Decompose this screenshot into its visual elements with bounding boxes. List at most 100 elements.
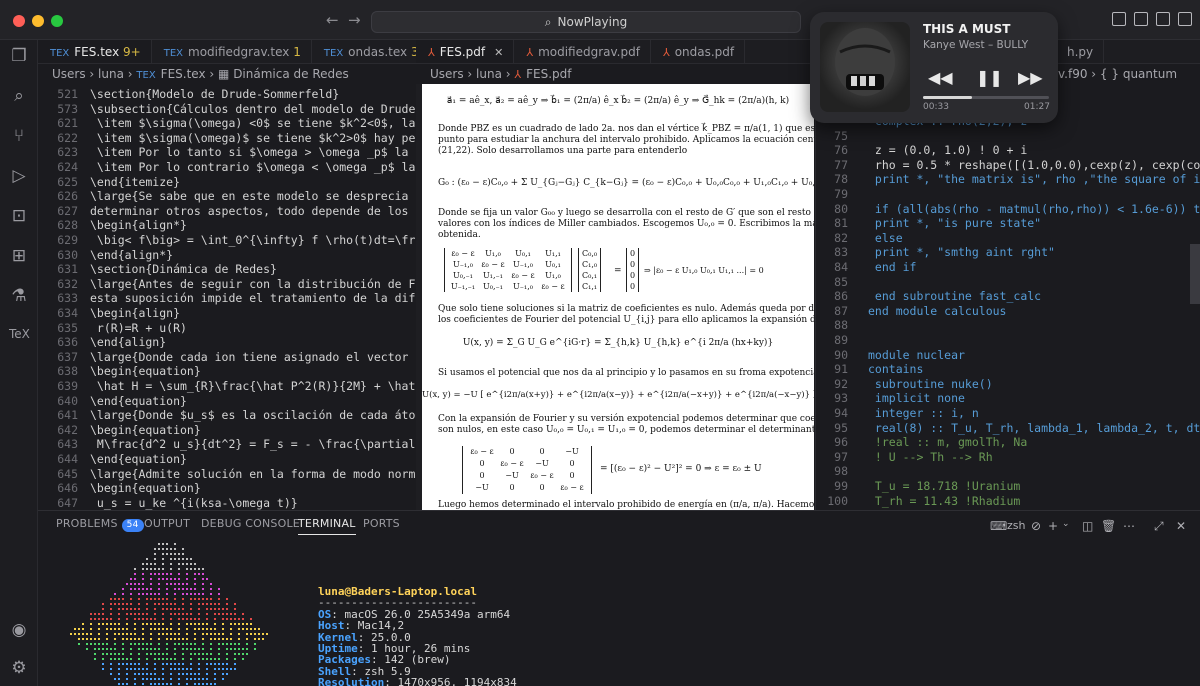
code-line[interactable]: 627 determinar otros aspectos, todo depen…: [38, 203, 416, 219]
code-line[interactable]: 94 integer :: i, n: [816, 406, 979, 421]
code-line[interactable]: 89: [816, 333, 868, 348]
breadcrumb-item[interactable]: Users: [430, 67, 464, 81]
minimize-window-button[interactable]: [32, 15, 44, 27]
code-line[interactable]: 87 end module calculous: [816, 304, 1006, 319]
panel-tab-debug-console[interactable]: DEBUG CONSOLE: [201, 517, 300, 530]
code-line[interactable]: 630 \end{align*}: [38, 247, 173, 263]
pause-icon[interactable]: ❚❚: [976, 68, 1003, 87]
playback-progress-bar[interactable]: [923, 96, 1049, 99]
breadcrumb-item[interactable]: FES.pdf: [526, 67, 571, 81]
kill-terminal-icon[interactable]: 🗑: [1101, 519, 1116, 533]
chevron-down-icon[interactable]: ⌄: [1062, 519, 1070, 529]
code-line[interactable]: 97 ! U --> Th --> Rh: [816, 450, 992, 465]
code-line[interactable]: 628 \begin{align*}: [38, 217, 187, 233]
forward-arrow-icon[interactable]: →: [348, 11, 361, 29]
explorer-icon[interactable]: ❐: [9, 46, 29, 66]
toggle-sidebar-icon[interactable]: [1112, 12, 1126, 26]
breadcrumb-item[interactable]: Dinámica de Redes: [233, 67, 349, 81]
code-line[interactable]: 91 contains: [816, 362, 923, 377]
code-line[interactable]: 641 \large{Donde $u_s$ es la oscilación d…: [38, 407, 416, 423]
code-line[interactable]: 99 T_u = 18.718 !Uranium: [816, 479, 1020, 494]
code-line[interactable]: 643 M\frac{d^2 u_s}{dt^2} = F_s = - \fra…: [38, 436, 416, 452]
source-control-icon[interactable]: ⑂: [9, 126, 29, 146]
more-actions-icon[interactable]: ⋯: [1123, 519, 1135, 533]
code-line[interactable]: 631 \section{Dinámica de Redes}: [38, 261, 277, 277]
pdf-viewer[interactable]: a⃗₁ = aê_x, a⃗₂ = aê_y ⇒ b⃗₁ = (2π/a) ê_…: [416, 84, 814, 510]
code-line[interactable]: 88: [816, 318, 868, 333]
new-terminal-icon[interactable]: +: [1048, 519, 1058, 533]
tab-ondas-pdf[interactable]: ⅄ ondas.pdf: [651, 40, 746, 63]
code-line[interactable]: 100 T_rh = 11.43 !Rhadium: [816, 494, 1020, 509]
code-line[interactable]: 629 \big< f\big> = \int_0^{\infty} f \rh…: [38, 232, 416, 248]
code-line[interactable]: 633 esta suposición impide el tratamiento…: [38, 290, 416, 306]
back-arrow-icon[interactable]: ←: [326, 11, 339, 29]
breadcrumb-item[interactable]: FES.tex: [161, 67, 206, 81]
panel-tab-problems[interactable]: PROBLEMS 54: [56, 517, 144, 532]
code-line[interactable]: 83 print *, "smthg aint rght": [816, 245, 1055, 260]
run-debug-icon[interactable]: ▷: [9, 166, 29, 186]
customize-layout-icon[interactable]: [1178, 12, 1192, 26]
panel-tab-terminal[interactable]: TERMINAL: [298, 517, 356, 535]
code-line[interactable]: 80 if (all(abs(rho - matmul(rho,rho)) < …: [816, 202, 1200, 217]
breadcrumb-item[interactable]: luna: [98, 67, 124, 81]
testing-flask-icon[interactable]: ⚗: [9, 286, 29, 306]
panel-tab-output[interactable]: OUTPUT: [144, 517, 190, 530]
tab-ondas-tex[interactable]: TEXondas.tex 3: [312, 40, 416, 63]
code-line[interactable]: 98: [816, 464, 868, 479]
tex-icon[interactable]: TeX: [9, 324, 30, 344]
split-terminal-icon[interactable]: ◫: [1082, 519, 1093, 533]
code-line[interactable]: 90 module nuclear: [816, 348, 965, 363]
breadcrumb-item[interactable]: Users: [52, 67, 86, 81]
code-line[interactable]: 79: [816, 187, 868, 202]
code-line[interactable]: 621 \item $\sigma(\omega) <0$ se tiene $…: [38, 115, 416, 131]
code-line[interactable]: 81 print *, "is pure state": [816, 216, 1041, 231]
code-line[interactable]: 625 \end{itemize}: [38, 174, 180, 190]
zoom-window-button[interactable]: [51, 15, 63, 27]
breadcrumb-item[interactable]: { } quantum: [1100, 67, 1177, 81]
code-line[interactable]: 635 r(R)=R + u(R): [38, 320, 187, 336]
close-panel-icon[interactable]: ✕: [1176, 519, 1186, 533]
code-line[interactable]: 573 \subsection{Cálculos dentro del model…: [38, 101, 416, 117]
code-line[interactable]: 646 \begin{equation}: [38, 480, 201, 496]
code-line[interactable]: 95 real(8) :: T_u, T_rh, lambda_1, lambd…: [816, 421, 1200, 436]
panel-tab-ports[interactable]: PORTS: [363, 517, 400, 530]
tab-fes-tex[interactable]: TEX FES.tex 9+: [38, 40, 152, 63]
extensions-icon[interactable]: ⊞: [9, 246, 29, 266]
account-icon[interactable]: ◉: [9, 620, 29, 640]
command-center[interactable]: ⌕ NowPlaying: [371, 11, 801, 33]
remote-explorer-icon[interactable]: ⊡: [9, 206, 29, 226]
tab-h-py[interactable]: h.py: [1055, 40, 1105, 63]
code-line[interactable]: 85: [816, 275, 868, 290]
code-line[interactable]: 93 implicit none: [816, 391, 965, 406]
code-line[interactable]: 638 \begin{equation}: [38, 363, 201, 379]
code-line[interactable]: 632 \large{Antes de seguir con la distrib…: [38, 276, 416, 292]
now-playing-widget[interactable]: THIS A MUST Kanye West – BULLY ◀◀ ❚❚ ▶▶ …: [810, 12, 1058, 123]
close-tab-icon[interactable]: ✕: [494, 46, 503, 59]
code-line[interactable]: 634 \begin{align}: [38, 305, 180, 321]
toggle-secondary-sidebar-icon[interactable]: [1156, 12, 1170, 26]
tex-editor[interactable]: 521 \section{Modelo de Drude-Sommerfeld} 5…: [38, 84, 416, 510]
search-icon[interactable]: ⌕: [9, 86, 29, 106]
code-line[interactable]: 639 \hat H = \sum_{R}\frac{\hat P^2(R)}{…: [38, 378, 416, 394]
code-line[interactable]: 626 \large{Se sabe que en este modelo se …: [38, 188, 416, 204]
code-line[interactable]: 521 \section{Modelo de Drude-Sommerfeld}: [38, 86, 339, 102]
rewind-icon[interactable]: ◀◀: [928, 68, 953, 87]
code-line[interactable]: 622 \item $\sigma(\omega)$ se tiene $k^2…: [38, 130, 416, 146]
toggle-panel-icon[interactable]: [1134, 12, 1148, 26]
tab-modifiedgrav-pdf[interactable]: ⅄ modifiedgrav.pdf: [514, 40, 651, 63]
code-line[interactable]: 647 u_s = u_ke ^{i(ksa-\omega t)}: [38, 495, 298, 510]
code-line[interactable]: 623 \item Por lo tanto si $\omega > \ome…: [38, 144, 416, 160]
code-line[interactable]: 77 rho = 0.5 * reshape([(1.0,0.0),cexp(z…: [816, 158, 1200, 173]
tab-fes-pdf[interactable]: ⅄ FES.pdf ✕: [416, 40, 515, 63]
breadcrumb-item[interactable]: luna: [476, 67, 502, 81]
code-line[interactable]: 86 end subroutine fast_calc: [816, 289, 1041, 304]
close-window-button[interactable]: [13, 15, 25, 27]
code-line[interactable]: 76 z = (0.0, 1.0) ! 0 + i: [816, 143, 1027, 158]
fast-forward-icon[interactable]: ▶▶: [1018, 68, 1043, 87]
code-line[interactable]: 78 print *, "the matrix is", rho ,"the s…: [816, 172, 1200, 187]
fortran-editor[interactable]: complex :: rho(2,2), z7576 z = (0.0, 1.0…: [815, 84, 1200, 510]
breadcrumb-item[interactable]: v.f90: [1058, 67, 1087, 81]
code-line[interactable]: 636 \end{align}: [38, 334, 166, 350]
editor-scrollbar[interactable]: [1190, 244, 1200, 304]
code-line[interactable]: 624 \item Por lo contrario $\omega < \om…: [38, 159, 416, 175]
